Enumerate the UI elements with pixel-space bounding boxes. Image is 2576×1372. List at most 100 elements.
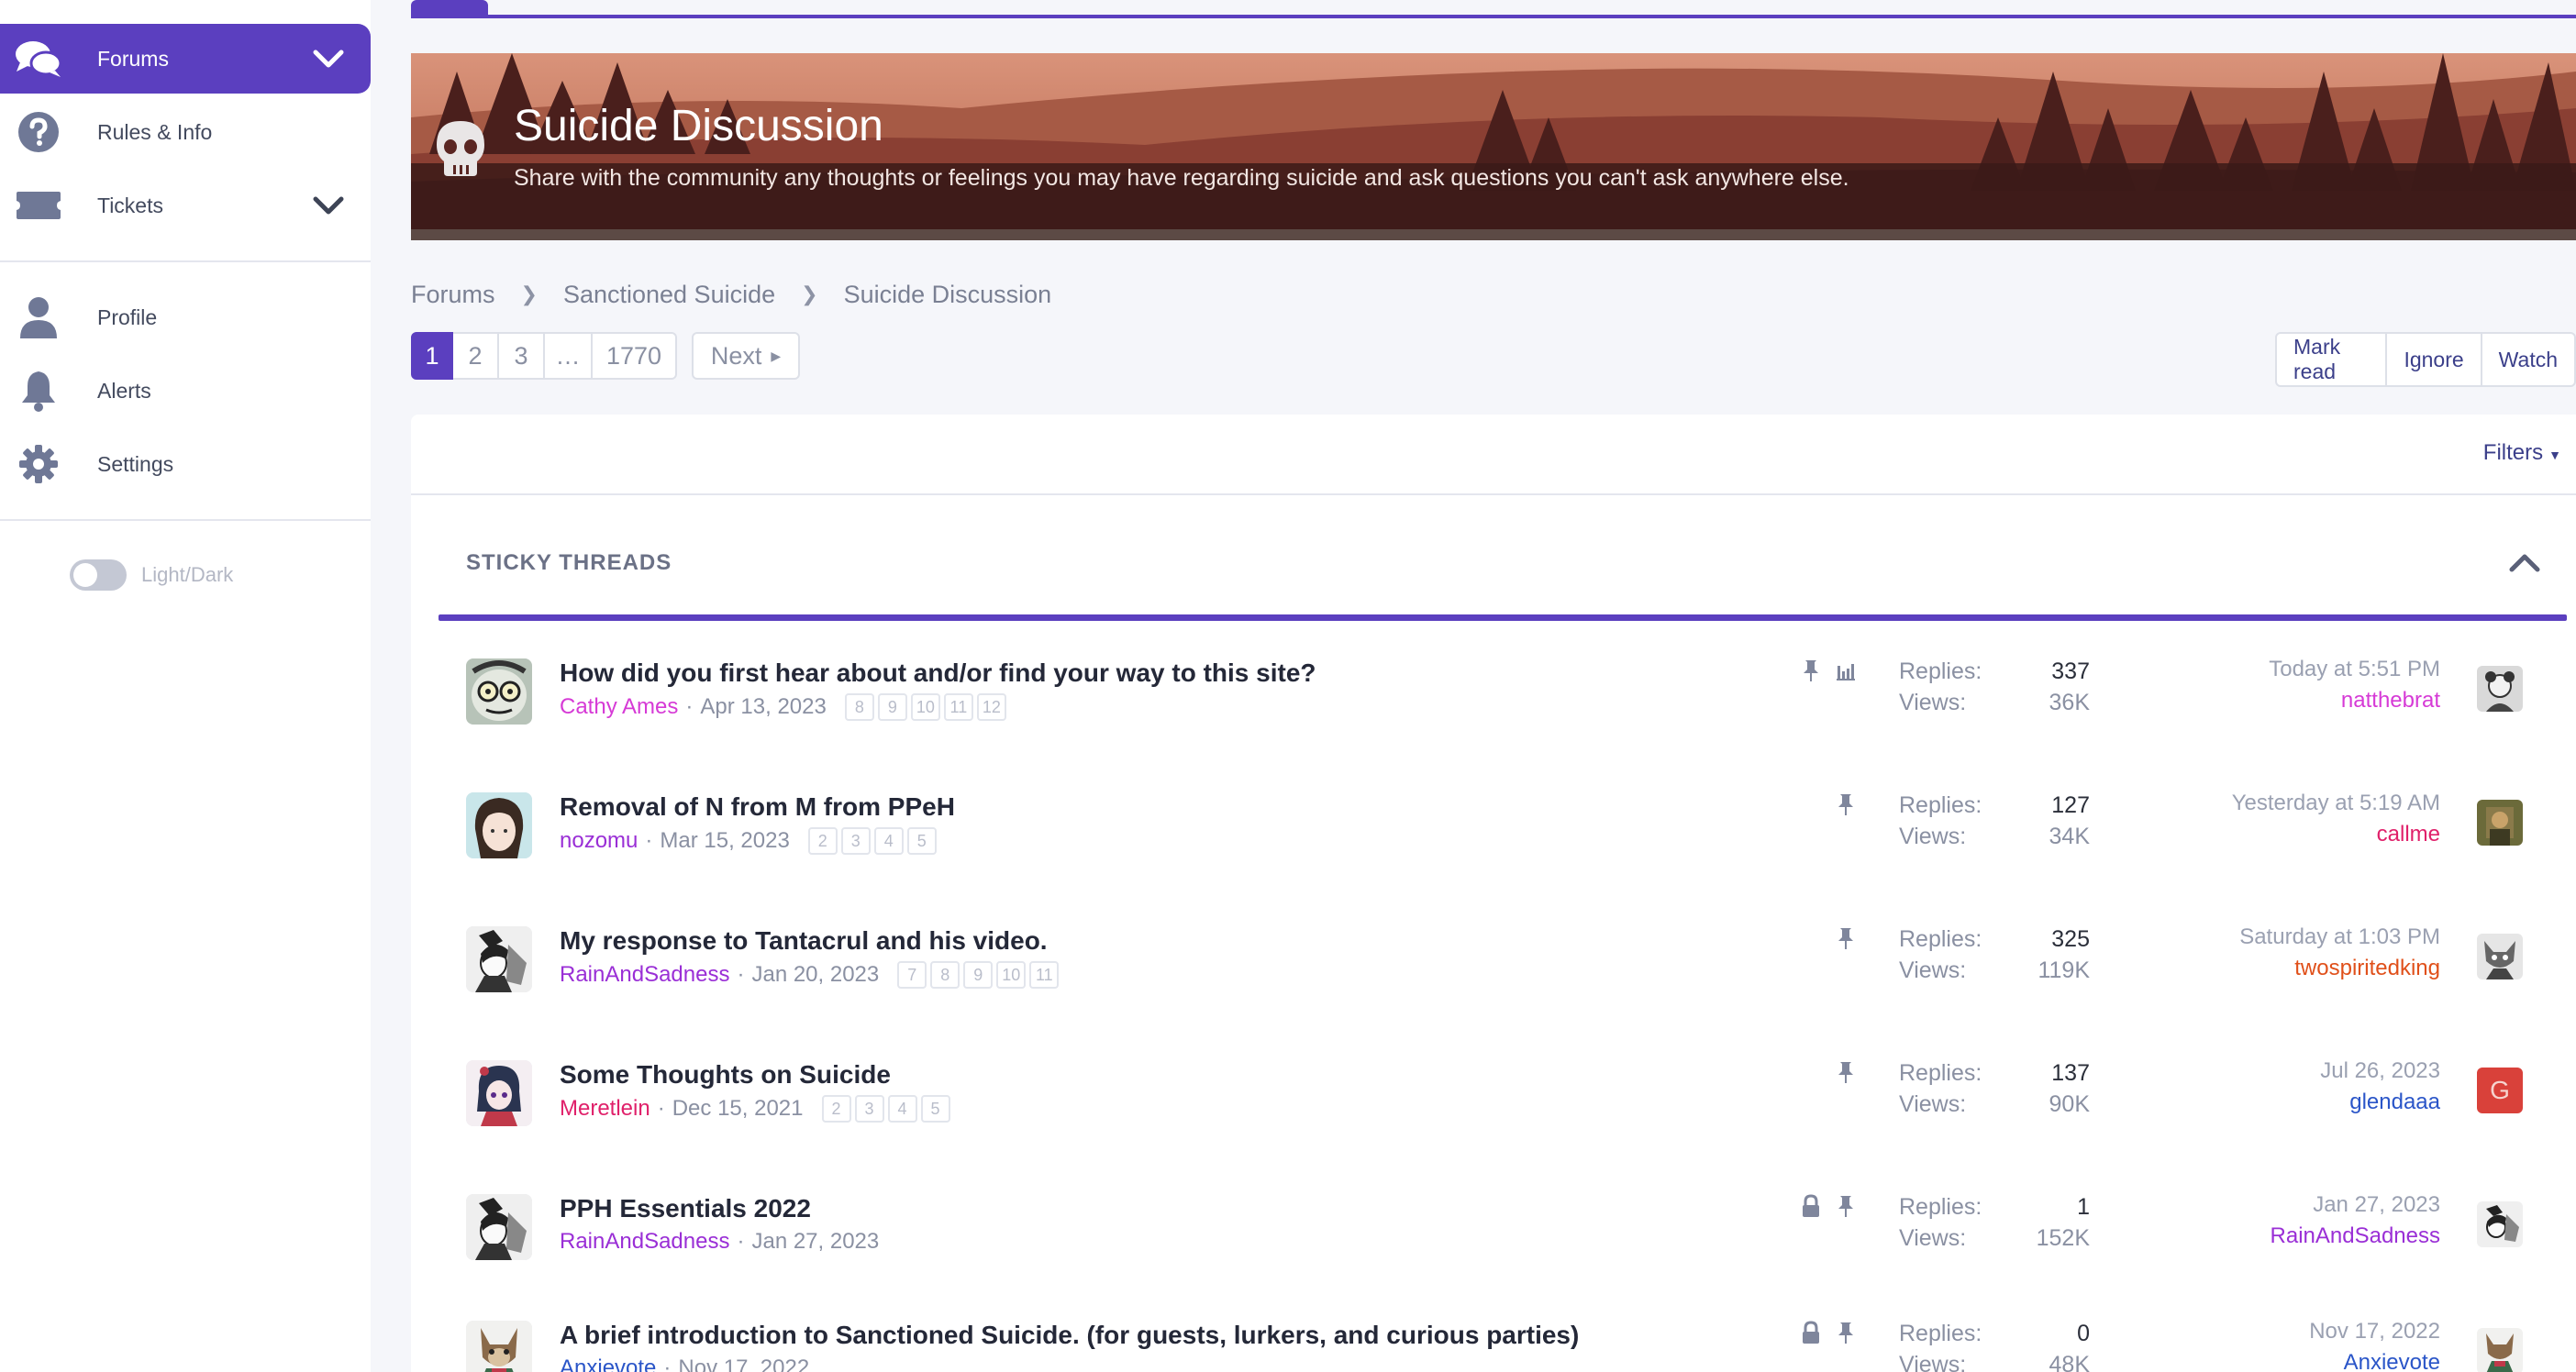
pin-icon [1838,1322,1853,1344]
avatar[interactable] [466,792,532,858]
last-post-date[interactable]: Today at 5:51 PM [2269,657,2440,682]
thread-title[interactable]: A brief introduction to Sanctioned Suici… [560,1321,1579,1350]
thread-row[interactable]: PPH Essentials 2022 RainAndSadness · Jan… [411,1172,2576,1306]
thread-row[interactable]: A brief introduction to Sanctioned Suici… [411,1306,2576,1372]
breadcrumb-link[interactable]: Forums [411,281,495,309]
next-page-button[interactable]: Next ▶ [692,332,800,380]
chevron-down-icon[interactable] [312,191,345,220]
thread-author[interactable]: Meretlein [560,1096,650,1122]
thread-page-link[interactable]: 10 [910,693,940,721]
replies-count: 1 [2077,1194,2090,1220]
last-post-date[interactable]: Nov 17, 2022 [2309,1319,2440,1344]
thread-page-link[interactable]: 11 [943,693,973,721]
avatar[interactable] [466,1321,532,1372]
sidebar-item-alerts[interactable]: Alerts [0,356,371,426]
avatar[interactable] [466,1194,532,1260]
meta-separator: · [737,962,745,987]
last-poster-avatar[interactable] [2477,1328,2523,1372]
thread-page-link[interactable]: 9 [963,961,994,989]
chevron-up-icon[interactable] [2506,548,2543,576]
last-post-user[interactable]: RainAndSadness [2271,1223,2440,1249]
thread-author[interactable]: RainAndSadness [560,1229,729,1255]
mark-read-button[interactable]: Mark read [2277,334,2388,385]
views-label: Views: [1899,1091,1967,1117]
last-post-user[interactable]: Anxievote [2344,1350,2440,1372]
thread-date[interactable]: Apr 13, 2023 [700,694,826,720]
sidebar-item-profile[interactable]: Profile [0,282,371,352]
theme-toggle[interactable] [70,559,127,591]
thread-page-link[interactable]: 11 [1029,961,1060,989]
sidebar-item-settings[interactable]: Settings [0,429,371,499]
thread-page-link[interactable]: 2 [807,827,838,855]
page-link-current[interactable]: 1 [411,332,453,380]
last-post-user[interactable]: callme [2377,822,2440,847]
sidebar-item-rules[interactable]: Rules & Info [0,97,371,167]
last-poster-avatar[interactable] [2477,1201,2523,1247]
thread-page-link[interactable]: 4 [887,1095,917,1123]
chevron-right-icon: ❯ [520,282,538,305]
thread-page-link[interactable]: 4 [873,827,904,855]
thread-row[interactable]: How did you first hear about and/or find… [411,636,2576,770]
last-poster-avatar[interactable]: G [2477,1068,2523,1113]
thread-date[interactable]: Jan 27, 2023 [751,1229,879,1255]
thread-title[interactable]: My response to Tantacrul and his video. [560,926,1048,956]
breadcrumb-current[interactable]: Suicide Discussion [844,281,1052,309]
page-jump-ellipsis[interactable]: … [545,332,593,380]
watch-button[interactable]: Watch [2482,334,2574,385]
thread-title[interactable]: PPH Essentials 2022 [560,1194,811,1223]
page-link-last[interactable]: 1770 [593,332,677,380]
thread-page-link[interactable]: 7 [897,961,927,989]
sidebar-item-tickets[interactable]: Tickets [0,171,371,240]
avatar[interactable] [466,926,532,992]
panel-divider [411,493,2576,495]
filters-button[interactable]: Filters ▼ [2483,440,2561,466]
top-tab-active[interactable] [411,0,488,18]
thread-author[interactable]: RainAndSadness [560,962,729,988]
page-link[interactable]: 2 [453,332,499,380]
pin-icon [1838,1062,1853,1083]
thread-page-link[interactable]: 8 [844,693,874,721]
thread-page-link[interactable]: 5 [906,827,937,855]
last-post-date[interactable]: Saturday at 1:03 PM [2239,924,2440,950]
last-poster-avatar[interactable] [2477,666,2523,712]
thread-title[interactable]: Some Thoughts on Suicide [560,1060,891,1090]
breadcrumb-link[interactable]: Sanctioned Suicide [563,281,775,309]
replies-label: Replies: [1899,1321,1982,1346]
thread-page-links: 8 9 10 11 12 [844,693,1010,721]
last-post-user[interactable]: twospiritedking [2294,956,2440,981]
thread-page-link[interactable]: 12 [976,693,1006,721]
thread-page-link[interactable]: 3 [840,827,871,855]
avatar[interactable] [466,1060,532,1126]
thread-date[interactable]: Jan 20, 2023 [751,962,879,988]
avatar[interactable] [466,658,532,725]
thread-page-link[interactable]: 5 [920,1095,950,1123]
chevron-down-icon[interactable] [312,44,345,73]
thread-title[interactable]: How did you first hear about and/or find… [560,658,1316,688]
thread-title[interactable]: Removal of N from M from PPeH [560,792,955,822]
last-post-date[interactable]: Yesterday at 5:19 AM [2232,791,2440,816]
thread-row[interactable]: Removal of N from M from PPeH nozomu · M… [411,770,2576,904]
last-post-date[interactable]: Jul 26, 2023 [2320,1058,2440,1084]
last-post-user[interactable]: glendaaa [2349,1090,2440,1115]
page-link[interactable]: 3 [499,332,545,380]
thread-row[interactable]: My response to Tantacrul and his video. … [411,904,2576,1038]
thread-author[interactable]: Cathy Ames [560,694,678,720]
last-post-date[interactable]: Jan 27, 2023 [2313,1192,2440,1218]
thread-page-link[interactable]: 3 [854,1095,884,1123]
sidebar-item-forums[interactable]: Forums [0,24,371,94]
last-post-user[interactable]: natthebrat [2341,688,2440,714]
last-poster-avatar[interactable] [2477,800,2523,846]
bell-icon [15,367,62,415]
thread-date[interactable]: Nov 17, 2022 [678,1355,809,1372]
thread-page-link[interactable]: 8 [930,961,960,989]
thread-page-link[interactable]: 9 [877,693,907,721]
thread-page-link[interactable]: 10 [996,961,1027,989]
last-poster-avatar[interactable] [2477,934,2523,979]
thread-author[interactable]: nozomu [560,828,638,854]
thread-author[interactable]: Anxievote [560,1355,656,1372]
ignore-button[interactable]: Ignore [2387,334,2482,385]
thread-date[interactable]: Dec 15, 2021 [672,1096,804,1122]
thread-page-link[interactable]: 2 [821,1095,851,1123]
thread-row[interactable]: Some Thoughts on Suicide Meretlein · Dec… [411,1038,2576,1172]
thread-date[interactable]: Mar 15, 2023 [660,828,789,854]
